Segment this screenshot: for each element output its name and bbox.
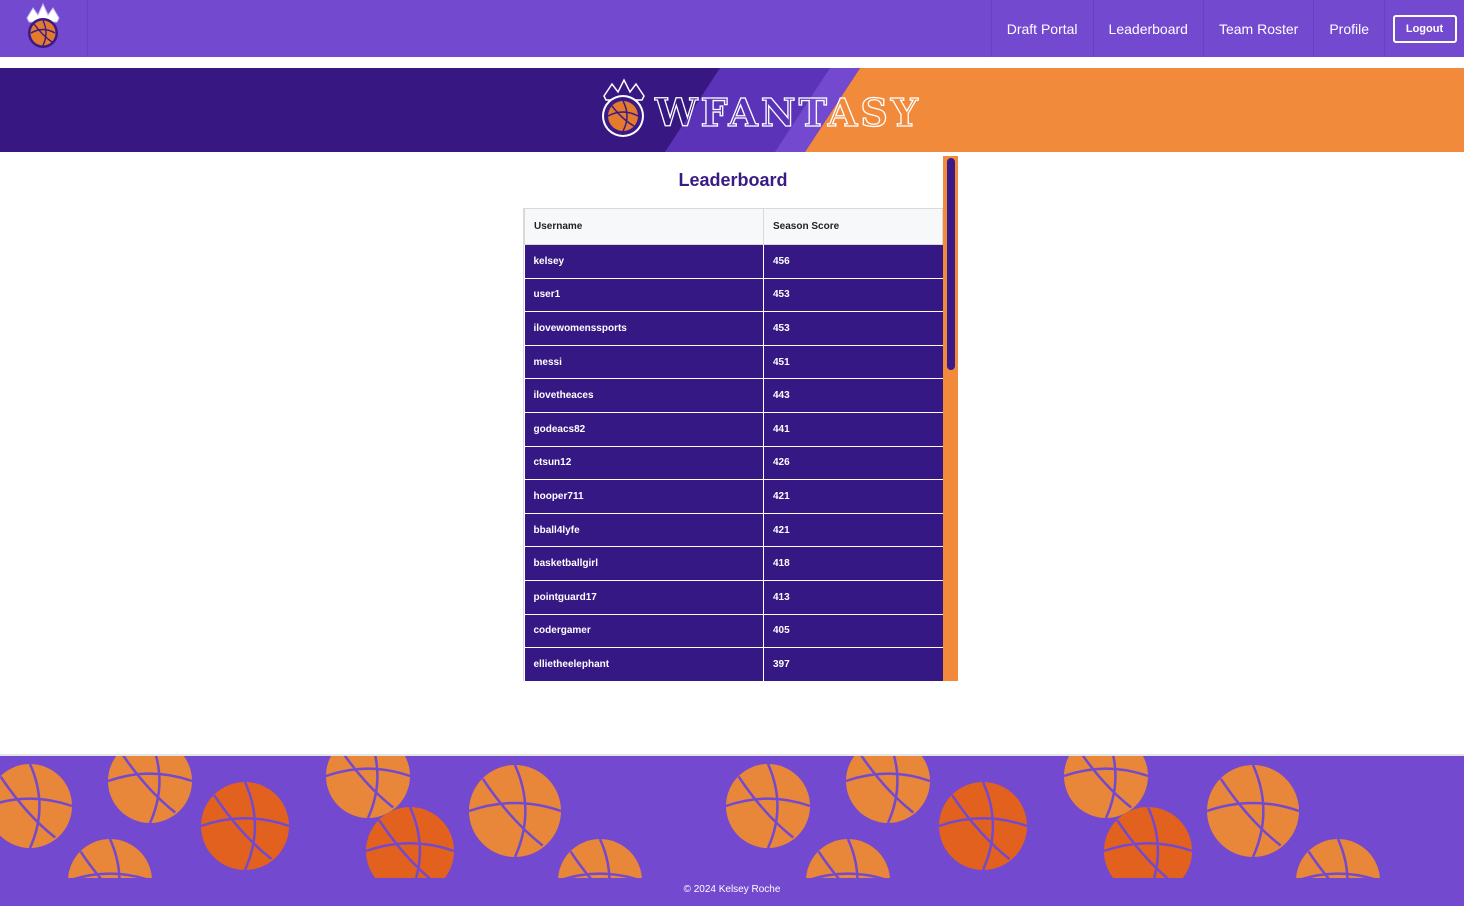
username-cell: messi xyxy=(524,345,764,380)
copyright-text: © 2024 Kelsey Roche xyxy=(683,884,781,895)
basketball-icon xyxy=(1063,756,1149,819)
hero-banner: WFANTASY xyxy=(0,68,1464,152)
nav-team-roster[interactable]: Team Roster xyxy=(1202,0,1313,57)
leaderboard-table-container[interactable]: Username Season Score kelsey 456 user1 453 i… xyxy=(523,208,943,681)
season-score-cell: 421 xyxy=(763,479,943,514)
username-cell: ctsun12 xyxy=(524,446,764,481)
leaderboard-title: Leaderboard xyxy=(678,170,788,190)
table-row: ellietheelephant 397 xyxy=(524,647,943,681)
table-row: hooper711 421 xyxy=(524,479,943,514)
season-score-cell: 451 xyxy=(763,345,943,380)
basketball-icon xyxy=(0,763,73,849)
username-cell: ellietheelephant xyxy=(524,647,764,681)
basketball-icon xyxy=(725,763,811,849)
season-score-cell: 443 xyxy=(763,378,943,413)
username-cell: user1 xyxy=(524,278,764,313)
basketball-icon xyxy=(68,838,152,878)
home-logo[interactable] xyxy=(0,0,88,57)
username-cell: bball4lyfe xyxy=(524,513,764,548)
table-body: kelsey 456 user1 453 ilovewomenssports 453 mes… xyxy=(524,244,943,681)
season-score-cell: 397 xyxy=(763,647,943,681)
table-header-row: Username Season Score xyxy=(524,208,943,245)
logout-container: Logout xyxy=(1384,0,1464,57)
username-cell: ilovewomenssports xyxy=(524,311,764,346)
username-cell: codergamer xyxy=(524,614,764,649)
basketball-icon xyxy=(468,764,562,858)
username-cell: kelsey xyxy=(524,244,764,279)
table-row: codergamer 405 xyxy=(524,614,943,649)
basketball-icon xyxy=(558,838,642,878)
nav-links: Draft Portal Leaderboard Team Roster Pro… xyxy=(990,0,1464,57)
basketball-icon xyxy=(200,781,290,871)
scrollbar-thumb[interactable] xyxy=(947,158,955,370)
logout-button[interactable]: Logout xyxy=(1392,14,1457,43)
leaderboard-table: Username Season Score kelsey 456 user1 453 i… xyxy=(524,208,943,681)
table-row: user1 453 xyxy=(524,278,943,313)
banner-graphic: WFANTASY xyxy=(0,68,1464,152)
username-cell: godeacs82 xyxy=(524,412,764,447)
basketball-icon xyxy=(938,781,1028,871)
basketball-icon xyxy=(806,838,890,878)
table-row: ctsun12 426 xyxy=(524,446,943,481)
season-score-cell: 421 xyxy=(763,513,943,548)
basketball-icon xyxy=(1103,806,1193,878)
season-score-cell: 453 xyxy=(763,311,943,346)
basketball-icon xyxy=(845,756,931,824)
nav-profile[interactable]: Profile xyxy=(1313,0,1384,57)
crown-basketball-icon xyxy=(26,2,60,48)
nav-leaderboard[interactable]: Leaderboard xyxy=(1092,0,1203,57)
season-score-cell: 413 xyxy=(763,580,943,615)
season-score-cell: 453 xyxy=(763,278,943,313)
username-cell: basketballgirl xyxy=(524,546,764,581)
column-header-username: Username xyxy=(524,208,764,245)
table-row: messi 451 xyxy=(524,345,943,380)
basketball-icon xyxy=(1206,764,1300,858)
top-navbar: Draft Portal Leaderboard Team Roster Pro… xyxy=(0,0,1464,57)
username-cell: ilovetheaces xyxy=(524,378,764,413)
season-score-cell: 418 xyxy=(763,546,943,581)
basketball-icon xyxy=(325,756,411,819)
season-score-cell: 426 xyxy=(763,446,943,481)
season-score-cell: 405 xyxy=(763,614,943,649)
table-row: bball4lyfe 421 xyxy=(524,513,943,548)
basketball-icon xyxy=(1296,838,1380,878)
username-cell: pointguard17 xyxy=(524,580,764,615)
table-row: basketballgirl 418 xyxy=(524,546,943,581)
basketball-icon xyxy=(365,806,455,878)
basketball-pattern xyxy=(0,756,1380,878)
footer: © 2024 Kelsey Roche xyxy=(0,754,1464,906)
season-score-cell: 441 xyxy=(763,412,943,447)
brand-text: WFANTASY xyxy=(654,90,921,135)
basketball-icon xyxy=(107,756,193,824)
table-row: godeacs82 441 xyxy=(524,412,943,447)
table-row: ilovetheaces 443 xyxy=(524,378,943,413)
nav-draft-portal[interactable]: Draft Portal xyxy=(990,0,1093,57)
username-cell: hooper711 xyxy=(524,479,764,514)
table-row: kelsey 456 xyxy=(524,244,943,279)
table-row: ilovewomenssports 453 xyxy=(524,311,943,346)
table-scrollbar[interactable] xyxy=(943,156,958,681)
column-header-season-score: Season Score xyxy=(763,208,943,245)
table-row: pointguard17 413 xyxy=(524,580,943,615)
season-score-cell: 456 xyxy=(763,244,943,279)
